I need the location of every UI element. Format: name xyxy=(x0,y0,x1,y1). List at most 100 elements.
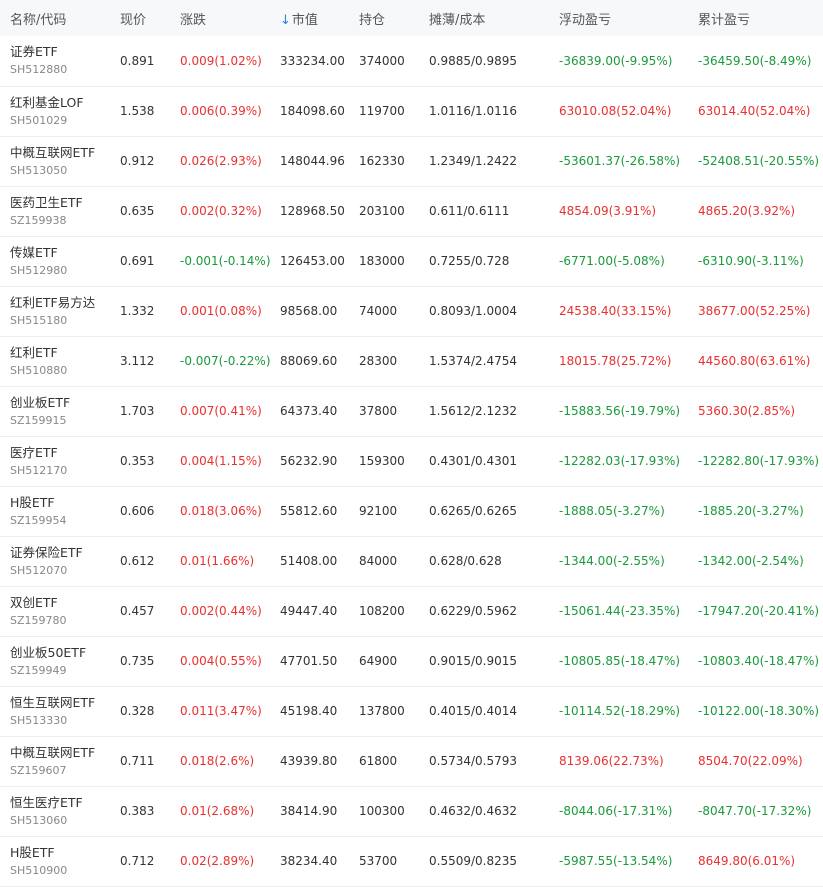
fund-code: SH512980 xyxy=(10,263,68,277)
name-code-cell[interactable]: 红利ETF易方达 SH515180 xyxy=(0,286,110,336)
column-header-market-value[interactable]: ↓市值 xyxy=(270,0,349,36)
column-header-cost[interactable]: 摊薄/成本 xyxy=(419,0,549,36)
table-row[interactable]: 双创ETF SZ159780 0.457 0.002(0.44%) 49447.40 10… xyxy=(0,586,823,636)
name-code-cell[interactable]: 证券保险ETF SH512070 xyxy=(0,536,110,586)
table-row[interactable]: 红利基金LOF SH501029 1.538 0.006(0.39%) 184098.6… xyxy=(0,86,823,136)
fund-name[interactable]: 红利ETF xyxy=(10,344,110,362)
holdings-table: 名称/代码 现价 涨跌 ↓市值 持仓 摊薄/成本 浮动盈亏 累计盈亏 证券ETF… xyxy=(0,0,823,887)
market-value-cell: 184098.60 xyxy=(280,104,345,118)
fund-code: SZ159949 xyxy=(10,663,67,677)
fund-name[interactable]: 医疗ETF xyxy=(10,444,110,462)
holding-cell: 108200 xyxy=(359,604,405,618)
cost-cell: 0.6229/0.5962 xyxy=(429,604,518,618)
table-row[interactable]: 医疗ETF SH512170 0.353 0.004(1.15%) 56232.90 15… xyxy=(0,436,823,486)
float-pl-cell: -6771.00(-5.08%) xyxy=(559,254,665,268)
price-cell: 0.912 xyxy=(120,154,155,168)
table-row[interactable]: 创业板50ETF SZ159949 0.735 0.004(0.55%) 47701.5… xyxy=(0,636,823,686)
column-header-holding[interactable]: 持仓 xyxy=(349,0,419,36)
table-row[interactable]: H股ETF SH510900 0.712 0.02(2.89%) 38234.40 537… xyxy=(0,836,823,886)
name-code-cell[interactable]: 医药卫生ETF SZ159938 xyxy=(0,186,110,236)
fund-name[interactable]: 恒生医疗ETF xyxy=(10,794,110,812)
table-row[interactable]: 恒生医疗ETF SH513060 0.383 0.01(2.68%) 38414.90 1… xyxy=(0,786,823,836)
table-row[interactable]: 传媒ETF SH512980 0.691 -0.001(-0.14%) 126453.0… xyxy=(0,236,823,286)
fund-name[interactable]: 证券ETF xyxy=(10,43,110,61)
float-pl-cell: -1888.05(-3.27%) xyxy=(559,504,665,518)
fund-name[interactable]: H股ETF xyxy=(10,494,110,512)
column-header-name-code[interactable]: 名称/代码 xyxy=(0,0,110,36)
table-row[interactable]: 医药卫生ETF SZ159938 0.635 0.002(0.32%) 128968.5… xyxy=(0,186,823,236)
table-row[interactable]: 红利ETF SH510880 3.112 -0.007(-0.22%) 88069.60… xyxy=(0,336,823,386)
fund-code: SH510880 xyxy=(10,363,68,377)
name-code-cell[interactable]: 中概互联网ETF SH513050 xyxy=(0,136,110,186)
change-cell: -0.001(-0.14%) xyxy=(180,254,270,268)
table-row[interactable]: 证券保险ETF SH512070 0.612 0.01(1.66%) 51408.00 8… xyxy=(0,536,823,586)
price-cell: 1.332 xyxy=(120,304,155,318)
name-code-cell[interactable]: 创业板50ETF SZ159949 xyxy=(0,636,110,686)
market-value-cell: 98568.00 xyxy=(280,304,338,318)
name-code-cell[interactable]: 红利ETF SH510880 xyxy=(0,336,110,386)
name-code-cell[interactable]: 医疗ETF SH512170 xyxy=(0,436,110,486)
name-code-cell[interactable]: H股ETF SZ159954 xyxy=(0,486,110,536)
fund-name[interactable]: 传媒ETF xyxy=(10,244,110,262)
table-row[interactable]: 证券ETF SH512880 0.891 0.009(1.02%) 333234.00 3… xyxy=(0,36,823,86)
name-code-cell[interactable]: 恒生互联网ETF SH513330 xyxy=(0,686,110,736)
cost-cell: 1.5612/2.1232 xyxy=(429,404,518,418)
total-pl-cell: 8649.80(6.01%) xyxy=(698,854,796,868)
price-cell: 0.606 xyxy=(120,504,155,518)
price-cell: 0.353 xyxy=(120,454,155,468)
price-cell: 0.457 xyxy=(120,604,155,618)
column-header-price[interactable]: 现价 xyxy=(110,0,170,36)
fund-name[interactable]: 中概互联网ETF xyxy=(10,144,110,162)
cost-cell: 0.8093/1.0004 xyxy=(429,304,518,318)
table-row[interactable]: 中概互联网ETF SZ159607 0.711 0.018(2.6%) 43939.80… xyxy=(0,736,823,786)
fund-name[interactable]: 中概互联网ETF xyxy=(10,744,110,762)
total-pl-cell: 63014.40(52.04%) xyxy=(698,104,811,118)
total-pl-cell: -17947.20(-20.41%) xyxy=(698,604,820,618)
name-code-cell[interactable]: 传媒ETF SH512980 xyxy=(0,236,110,286)
name-code-cell[interactable]: 中概互联网ETF SZ159607 xyxy=(0,736,110,786)
total-pl-cell: -52408.51(-20.55%) xyxy=(698,154,820,168)
change-cell: -0.007(-0.22%) xyxy=(180,354,270,368)
column-header-change[interactable]: 涨跌 xyxy=(170,0,270,36)
market-value-cell: 148044.96 xyxy=(280,154,345,168)
column-header-total-pl[interactable]: 累计盈亏 xyxy=(688,0,823,36)
fund-code: SH515180 xyxy=(10,313,68,327)
market-value-cell: 333234.00 xyxy=(280,53,345,68)
cost-cell: 1.2349/1.2422 xyxy=(429,154,518,168)
name-code-cell[interactable]: 双创ETF SZ159780 xyxy=(0,586,110,636)
fund-name[interactable]: 创业板50ETF xyxy=(10,644,110,662)
price-cell: 0.328 xyxy=(120,704,155,718)
fund-name[interactable]: 恒生互联网ETF xyxy=(10,694,110,712)
table-row[interactable]: 红利ETF易方达 SH515180 1.332 0.001(0.08%) 98568.0… xyxy=(0,286,823,336)
name-code-cell[interactable]: H股ETF SH510900 xyxy=(0,836,110,886)
name-code-cell[interactable]: 恒生医疗ETF SH513060 xyxy=(0,786,110,836)
holding-cell: 137800 xyxy=(359,704,405,718)
table-header: 名称/代码 现价 涨跌 ↓市值 持仓 摊薄/成本 浮动盈亏 累计盈亏 xyxy=(0,0,823,36)
change-cell: 0.004(1.15%) xyxy=(180,454,262,468)
column-header-float-pl[interactable]: 浮动盈亏 xyxy=(549,0,688,36)
fund-name[interactable]: 红利ETF易方达 xyxy=(10,294,110,312)
holding-cell: 92100 xyxy=(359,504,398,518)
market-value-cell: 43939.80 xyxy=(280,754,338,768)
table-row[interactable]: 创业板ETF SZ159915 1.703 0.007(0.41%) 64373.40 3… xyxy=(0,386,823,436)
fund-code: SH510900 xyxy=(10,863,68,877)
name-code-cell[interactable]: 红利基金LOF SH501029 xyxy=(0,86,110,136)
fund-name[interactable]: 创业板ETF xyxy=(10,394,110,412)
fund-name[interactable]: 双创ETF xyxy=(10,594,110,612)
fund-code: SH513060 xyxy=(10,813,68,827)
table-row[interactable]: 恒生互联网ETF SH513330 0.328 0.011(3.47%) 45198.4… xyxy=(0,686,823,736)
table-row[interactable]: H股ETF SZ159954 0.606 0.018(3.06%) 55812.60 92… xyxy=(0,486,823,536)
table-row[interactable]: 中概互联网ETF SH513050 0.912 0.026(2.93%) 148044.… xyxy=(0,136,823,186)
cost-cell: 0.5734/0.5793 xyxy=(429,754,518,768)
fund-name[interactable]: 红利基金LOF xyxy=(10,94,110,112)
fund-name[interactable]: 医药卫生ETF xyxy=(10,194,110,212)
market-value-cell: 45198.40 xyxy=(280,704,338,718)
name-code-cell[interactable]: 证券ETF SH512880 xyxy=(0,36,110,86)
float-pl-cell: -53601.37(-26.58%) xyxy=(559,154,681,168)
price-cell: 0.635 xyxy=(120,204,155,218)
name-code-cell[interactable]: 创业板ETF SZ159915 xyxy=(0,386,110,436)
fund-name[interactable]: H股ETF xyxy=(10,844,110,862)
holding-cell: 53700 xyxy=(359,854,398,868)
holding-cell: 61800 xyxy=(359,754,398,768)
fund-name[interactable]: 证券保险ETF xyxy=(10,544,110,562)
